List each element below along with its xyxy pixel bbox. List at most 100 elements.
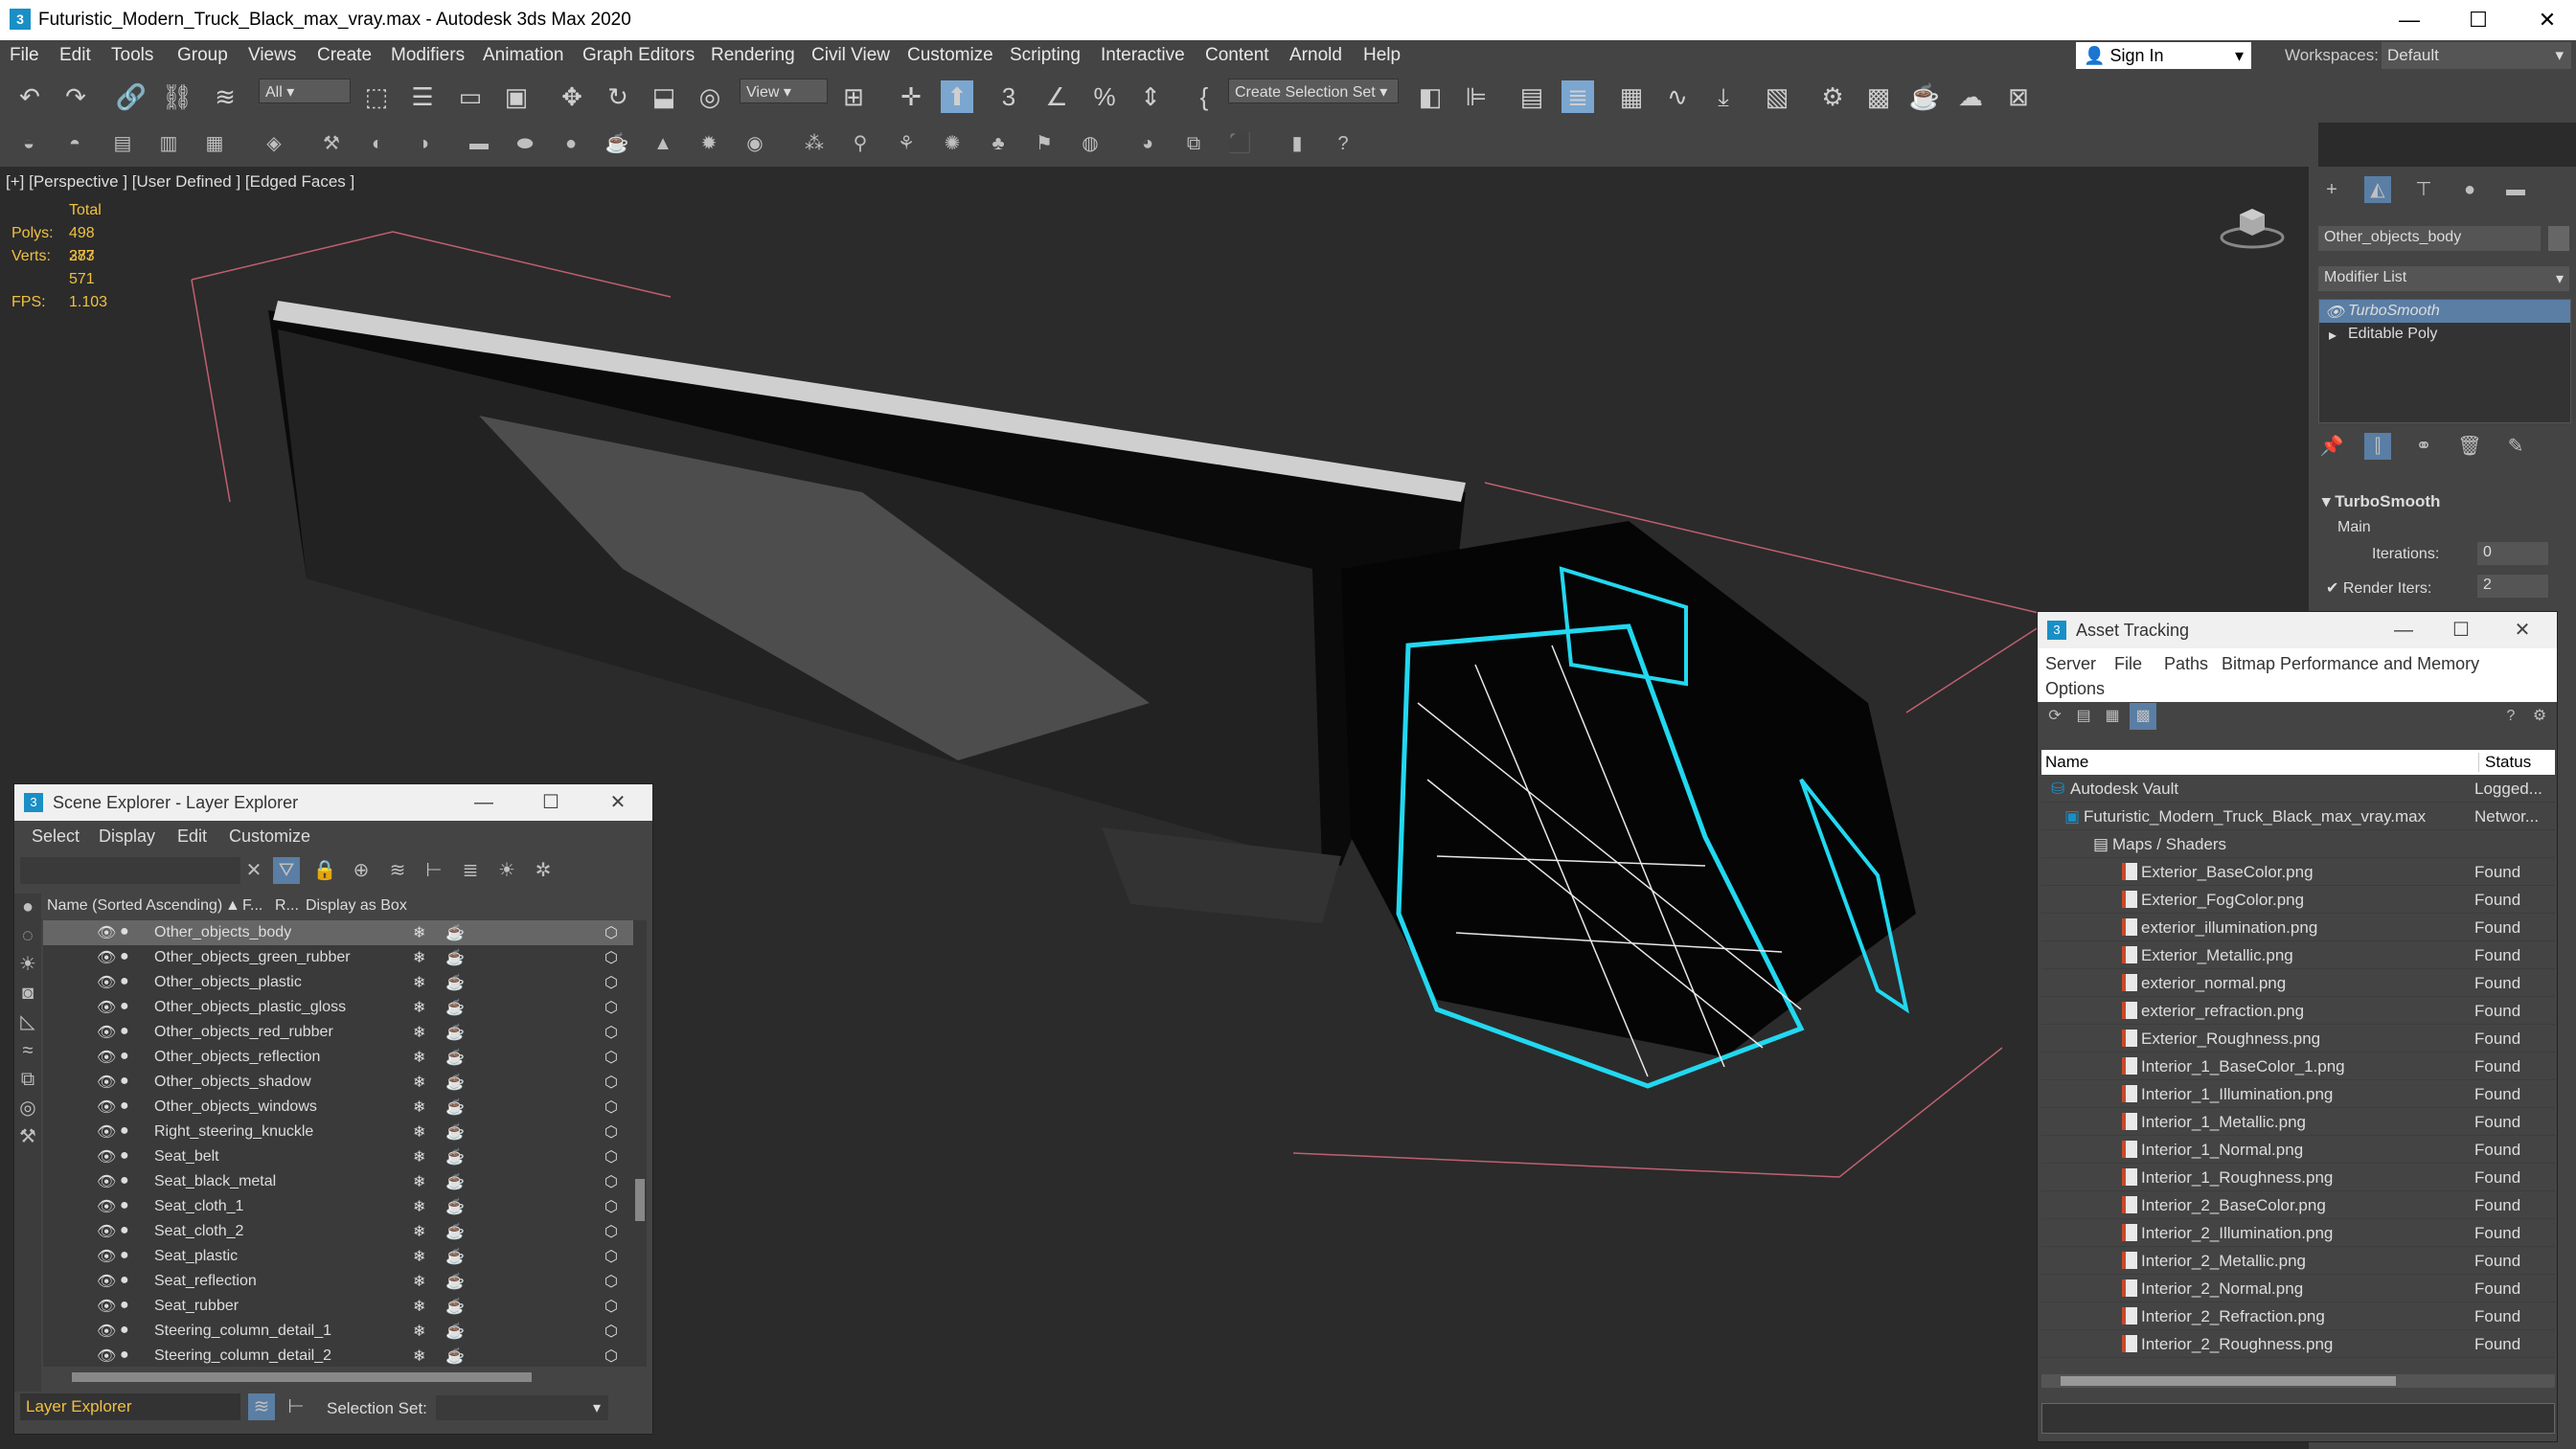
scene-explorer-toggle-icon[interactable]: ▤: [1516, 80, 1548, 113]
asset-row[interactable]: Interior_2_BaseColor.png Found: [2041, 1191, 2555, 1219]
asset-row[interactable]: Interior_2_Normal.png Found: [2041, 1275, 2555, 1302]
rectangular-selection-icon[interactable]: ▭: [454, 80, 487, 113]
list-view-icon[interactable]: ▤: [2070, 703, 2097, 730]
layer-row[interactable]: 👁 ● Other_objects_green_rubber ❄ ☕ ⬡: [43, 945, 637, 970]
toolbar-icon-9[interactable]: ◑: [410, 130, 437, 157]
toolbar-icon-2[interactable]: ◓: [61, 130, 88, 157]
freeze-icon[interactable]: ❄: [413, 1098, 425, 1117]
schematic-view-icon[interactable]: ⤓: [1707, 80, 1740, 113]
render-dot-icon[interactable]: ●: [120, 998, 129, 1015]
configure-sets-icon[interactable]: ✎: [2502, 433, 2529, 460]
box-icon[interactable]: ⬡: [604, 1247, 618, 1266]
eye-icon[interactable]: 👁: [97, 1297, 116, 1316]
layers-icon[interactable]: ≋: [384, 857, 411, 884]
filter-icon[interactable]: ⛛: [273, 857, 300, 884]
menu-create[interactable]: Create: [317, 45, 372, 66]
layer-row[interactable]: 👁 ● Other_objects_body ❄ ☕ ⬡: [43, 920, 637, 945]
space-warps-filter-icon[interactable]: ≈: [14, 1037, 41, 1064]
spinner-snap-icon[interactable]: ⇕: [1134, 80, 1167, 113]
column-name[interactable]: Name (Sorted Ascending): [47, 897, 222, 915]
layer-row[interactable]: 👁 ● Steering_column_detail_2 ❄ ☕ ⬡: [43, 1344, 637, 1367]
asset-row[interactable]: Exterior_FogColor.png Found: [2041, 886, 2555, 914]
layer-row[interactable]: 👁 ● Other_objects_plastic ❄ ☕ ⬡: [43, 970, 637, 995]
column-name[interactable]: Name: [2045, 753, 2088, 772]
cylinder-primitive-icon[interactable]: ⬬: [512, 130, 538, 157]
teapot-icon[interactable]: ☕: [445, 1222, 465, 1241]
stack-icon[interactable]: ≣: [457, 857, 484, 884]
teapot-icon[interactable]: ☕: [445, 1247, 465, 1266]
bind-space-warp-icon[interactable]: ≋: [209, 80, 241, 113]
eye-icon[interactable]: 👁: [97, 1147, 116, 1166]
freeze-icon[interactable]: ❄: [413, 1197, 425, 1216]
eye-icon[interactable]: 👁: [97, 1048, 116, 1067]
menu-arnold[interactable]: Arnold: [1289, 45, 1342, 66]
freeze-icon[interactable]: ❄: [413, 1322, 425, 1341]
sign-in-dropdown[interactable]: 👤 Sign In ▾: [2076, 42, 2251, 69]
render-dot-icon[interactable]: ●: [120, 1172, 129, 1189]
freeze-icon[interactable]: ❄: [413, 1272, 425, 1291]
eye-icon[interactable]: 👁: [2325, 303, 2344, 322]
curve-editor-icon[interactable]: ∿: [1661, 80, 1694, 113]
render-dot-icon[interactable]: ●: [120, 1197, 129, 1214]
layer-row[interactable]: 👁 ● Seat_cloth_2 ❄ ☕ ⬡: [43, 1219, 637, 1244]
render-dot-icon[interactable]: ●: [120, 1098, 129, 1115]
freeze-icon[interactable]: ❄: [413, 1172, 425, 1191]
hierarchy-mode-icon[interactable]: ⊢: [283, 1393, 309, 1420]
layer-row[interactable]: 👁 ● Right_steering_knuckle ❄ ☕ ⬡: [43, 1120, 637, 1144]
freeze-icon[interactable]: ❄: [413, 1147, 425, 1166]
toolbar-icon-6[interactable]: ◈: [261, 130, 287, 157]
layer-explorer-toggle-icon[interactable]: ≣: [1562, 80, 1594, 113]
freeze-icon[interactable]: ❄: [413, 1222, 425, 1241]
cone-primitive-icon[interactable]: ▲: [650, 130, 676, 157]
freeze-icon[interactable]: ❄: [413, 998, 425, 1017]
menu-group[interactable]: Group: [177, 45, 228, 66]
material-editor-icon[interactable]: ▧: [1761, 80, 1793, 113]
toolbar-icon-12[interactable]: ⚘: [893, 130, 920, 157]
placement-icon[interactable]: ◎: [694, 80, 726, 113]
select-by-name-icon[interactable]: ☰: [406, 80, 439, 113]
eye-icon[interactable]: 👁: [97, 1098, 116, 1117]
teapot-icon[interactable]: ☕: [445, 1147, 465, 1166]
box-icon[interactable]: ⬡: [604, 1023, 618, 1042]
eye-icon[interactable]: 👁: [97, 1122, 116, 1142]
freeze-icon[interactable]: ❄: [413, 1073, 425, 1092]
eye-icon[interactable]: 👁: [97, 1322, 116, 1341]
asset-row[interactable]: Interior_2_Refraction.png Found: [2041, 1302, 2555, 1330]
workspace-select[interactable]: Default ▾: [2382, 42, 2571, 69]
layer-row[interactable]: 👁 ● Seat_belt ❄ ☕ ⬡: [43, 1144, 637, 1169]
asset-row[interactable]: ▤ Maps / Shaders: [2041, 830, 2555, 858]
torus-primitive-icon[interactable]: ◉: [741, 130, 768, 157]
toolbar-icon-15[interactable]: ⚑: [1031, 130, 1058, 157]
eye-icon[interactable]: 👁: [97, 923, 116, 942]
pivot-icon[interactable]: ⊞: [837, 80, 870, 113]
teapot-icon[interactable]: ☕: [445, 998, 465, 1017]
box-icon[interactable]: ⬡: [604, 1197, 618, 1216]
asset-row[interactable]: ▣ Futuristic_Modern_Truck_Black_max_vray.…: [2041, 803, 2555, 830]
make-unique-icon[interactable]: ⚭: [2410, 433, 2437, 460]
asset-row[interactable]: Interior_1_Roughness.png Found: [2041, 1164, 2555, 1191]
toolbar-icon-19[interactable]: ⬛: [1226, 130, 1253, 157]
render-dot-icon[interactable]: ●: [120, 1073, 129, 1090]
settings-icon[interactable]: ⚙: [2526, 703, 2553, 730]
asset-row[interactable]: Interior_2_Illumination.png Found: [2041, 1219, 2555, 1247]
eye-icon[interactable]: 👁: [97, 1247, 116, 1266]
freeze-icon[interactable]: ❄: [413, 973, 425, 992]
render-dot-icon[interactable]: ●: [120, 1347, 129, 1364]
select-manipulate-icon[interactable]: ✛: [895, 80, 927, 113]
cameras-filter-icon[interactable]: ◙: [14, 980, 41, 1007]
teapot-icon[interactable]: ☕: [445, 1098, 465, 1117]
toolbar-icon-17[interactable]: ◕: [1134, 130, 1161, 157]
teapot-primitive-icon[interactable]: ☕: [604, 130, 630, 157]
freeze-icon[interactable]: ❄: [413, 1122, 425, 1142]
toolbar-icon-14[interactable]: ♣: [985, 130, 1012, 157]
layer-row[interactable]: 👁 ● Seat_reflection ❄ ☕ ⬡: [43, 1269, 637, 1294]
asset-row[interactable]: Interior_2_Metallic.png Found: [2041, 1247, 2555, 1275]
menu-edit[interactable]: Edit: [59, 45, 91, 66]
teapot-icon[interactable]: ☕: [445, 1172, 465, 1191]
asset-row[interactable]: Interior_1_Illumination.png Found: [2041, 1080, 2555, 1108]
toolbar-icon-7[interactable]: ⚒: [318, 130, 345, 157]
asset-row[interactable]: Interior_2_Roughness.png Found: [2041, 1330, 2555, 1358]
remove-modifier-icon[interactable]: 🗑: [2456, 433, 2483, 460]
help-icon[interactable]: ?: [1330, 130, 1356, 157]
layers-mode-icon[interactable]: ≋: [248, 1393, 275, 1420]
